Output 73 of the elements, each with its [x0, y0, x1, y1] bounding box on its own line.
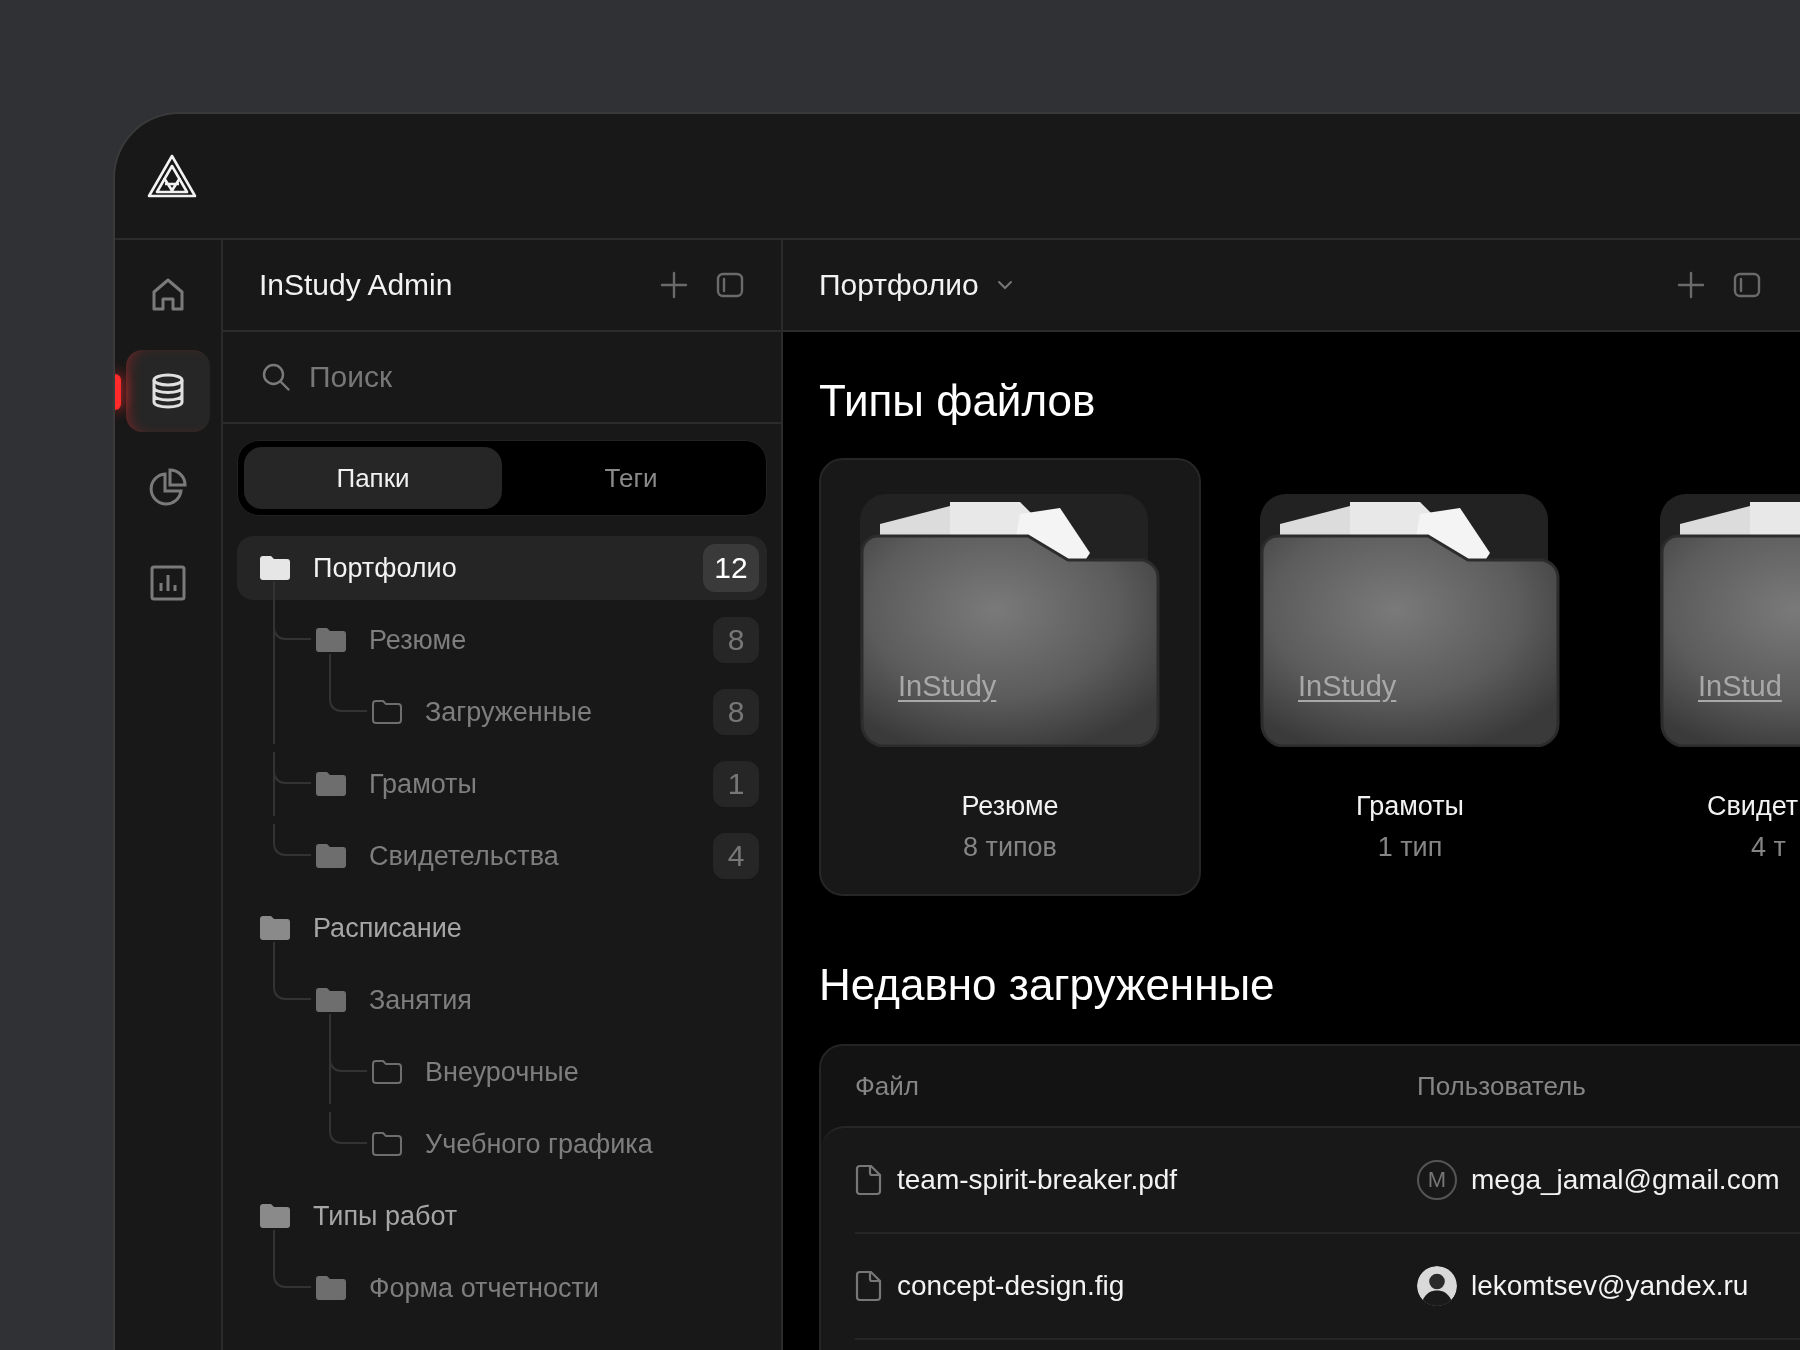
folder-label: InStud	[1698, 670, 1782, 703]
folder-icon	[315, 987, 347, 1013]
column-header: Пользователь	[1417, 1070, 1586, 1102]
file-type-card[interactable]: InStudy Резюме 8 типов	[819, 458, 1201, 896]
folder-icon	[315, 1275, 347, 1301]
folder-icon	[259, 1203, 291, 1229]
tree-item[interactable]: Внеурочные	[237, 1040, 767, 1104]
tree-item[interactable]: Свидетельства 4	[237, 824, 767, 888]
file-name[interactable]: concept-design.fig	[897, 1270, 1125, 1302]
folder-outline-icon	[371, 1059, 403, 1085]
search-field[interactable]: Поиск	[309, 360, 729, 394]
sidebar-toggle-icon[interactable]	[1732, 270, 1762, 300]
count-badge: 1	[713, 761, 759, 807]
avatar: M	[1417, 1160, 1457, 1200]
avatar	[1417, 1266, 1457, 1306]
tree-item[interactable]: Форма отчетности	[237, 1256, 767, 1320]
file-type-name: Грамоты	[1356, 791, 1464, 822]
folder-icon	[315, 771, 347, 797]
count-badge: 4	[713, 833, 759, 879]
tab[interactable]: Теги	[502, 447, 760, 509]
section-heading: Недавно загруженные	[819, 960, 1276, 1010]
file-type-name: Резюме	[961, 791, 1059, 822]
section-heading: Типы файлов	[819, 376, 1097, 426]
plus-icon[interactable]	[1676, 270, 1706, 300]
search-icon	[261, 362, 291, 392]
file-type-card[interactable]: InStud Свидет 4 т	[1619, 458, 1800, 896]
workspace-title: InStudy Admin	[259, 268, 453, 302]
folder-icon	[259, 915, 291, 941]
folder-label: InStudy	[1298, 670, 1397, 703]
tree-item[interactable]: Учебного графика	[237, 1112, 767, 1176]
folder-icon	[259, 555, 291, 581]
file-icon	[855, 1164, 883, 1196]
tree-connector	[273, 824, 311, 856]
tree-item[interactable]: Занятия	[237, 968, 767, 1032]
tree-connector	[273, 1230, 311, 1288]
tree-item[interactable]: Портфолио 12	[237, 536, 767, 600]
sidebar-toggle-icon[interactable]	[715, 270, 745, 300]
folder-icon	[315, 627, 347, 653]
user-email: mega_jamal@gmail.com	[1471, 1164, 1780, 1196]
logo-icon	[147, 154, 197, 198]
file-type-card[interactable]: InStudy Грамоты 1 тип	[1219, 458, 1601, 896]
tree-item[interactable]: Типы работ	[237, 1184, 767, 1248]
tree-item[interactable]: Расписание	[237, 896, 767, 960]
tree-item[interactable]: Грамоты 1	[237, 752, 767, 816]
folder-label: InStudy	[898, 670, 997, 703]
tree-connector	[273, 582, 311, 640]
file-type-count: 4 т	[1751, 832, 1786, 863]
tree-item[interactable]: Резюме 8	[237, 608, 767, 672]
pie-chart-icon	[148, 467, 188, 507]
tree-connector	[329, 1112, 367, 1144]
tree-connector	[273, 942, 311, 1000]
tree-item[interactable]: Загруженные 8	[237, 680, 767, 744]
file-type-count: 8 типов	[963, 832, 1057, 863]
plus-icon[interactable]	[659, 270, 689, 300]
file-type-count: 1 тип	[1377, 832, 1443, 863]
column-header: Файл	[855, 1070, 920, 1102]
tree-connector	[329, 1014, 367, 1072]
file-type-name: Свидет	[1707, 791, 1799, 822]
count-badge: 8	[713, 617, 759, 663]
folder-outline-icon	[371, 1131, 403, 1157]
count-badge: 12	[703, 544, 759, 592]
folder-outline-icon	[371, 699, 403, 725]
active-indicator	[115, 374, 121, 410]
bar-chart-icon	[148, 563, 188, 603]
count-badge: 8	[713, 689, 759, 735]
file-name[interactable]: team-spirit-breaker.pdf	[897, 1164, 1178, 1196]
folder-dropdown[interactable]: Портфолио	[819, 268, 1013, 302]
tab[interactable]: Папки	[244, 447, 502, 509]
file-icon	[855, 1270, 883, 1302]
tree-connector	[329, 654, 367, 712]
user-email: lekomtsev@yandex.ru	[1471, 1270, 1749, 1302]
chevron-down-icon	[996, 280, 1013, 290]
folder-icon	[315, 843, 347, 869]
